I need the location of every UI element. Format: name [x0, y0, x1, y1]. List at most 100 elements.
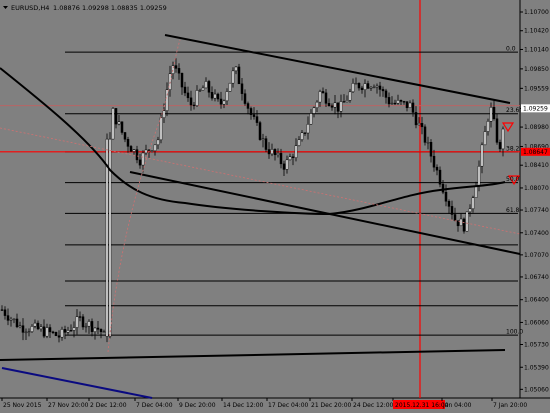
candle-body — [72, 327, 76, 331]
candle-body — [396, 100, 400, 104]
candle-body — [240, 83, 244, 94]
candle-body — [57, 335, 61, 338]
candle-body — [360, 87, 364, 91]
chart-header: EURUSD,H4 1.08876 1.09298 1.08835 1.0925… — [3, 4, 167, 12]
candle-body — [435, 166, 439, 171]
candle-body — [279, 153, 283, 165]
candle-body — [132, 149, 136, 152]
y-tick-label: 1.06740 — [524, 274, 549, 281]
candle-body — [27, 331, 31, 333]
candle-body — [150, 150, 154, 152]
candle-body — [207, 81, 211, 93]
candle-body — [141, 152, 145, 166]
candle-body — [273, 149, 277, 156]
candle-body — [99, 329, 103, 333]
candle-body — [327, 103, 331, 107]
candle-body — [30, 326, 34, 332]
candle-body — [237, 66, 241, 85]
y-tick-label: 1.06400 — [524, 297, 549, 304]
y-tick-label: 1.08070 — [524, 185, 549, 192]
candle-body — [330, 105, 334, 108]
candle-body — [129, 146, 133, 152]
candle-body — [468, 208, 472, 213]
candle-body — [267, 149, 271, 155]
y-tick-label: 1.08980 — [524, 124, 549, 131]
candle-body — [462, 218, 466, 232]
candle-body — [138, 159, 142, 166]
candle-body — [420, 123, 424, 128]
candle-body — [102, 331, 106, 333]
candle-body — [441, 183, 445, 193]
candle-body — [306, 123, 310, 134]
candle-body — [12, 318, 16, 321]
candle-body — [9, 318, 13, 321]
candle-body — [276, 153, 280, 156]
candle-body — [114, 108, 118, 125]
candle-body — [414, 112, 418, 126]
candle-body — [159, 117, 163, 141]
candle-body — [495, 118, 499, 143]
candle-body — [51, 331, 55, 333]
candle-body — [90, 321, 94, 332]
candle-body — [345, 100, 349, 103]
x-tick-label: 7 Jan 20:00 — [493, 402, 527, 409]
candle-body — [201, 87, 205, 91]
candle-body — [486, 121, 490, 132]
candle-body — [48, 327, 52, 333]
marker-time-label: 2015.12.31 16:00 — [395, 402, 449, 409]
candle-body — [282, 163, 286, 170]
candle-body — [219, 98, 223, 105]
candle-body — [471, 197, 475, 210]
candle-body — [60, 329, 64, 338]
candle-body — [225, 91, 229, 102]
candle-body — [408, 102, 412, 109]
x-tick-label: 21 Dec 20:00 — [311, 402, 352, 409]
candle-body — [378, 85, 382, 90]
candle-body — [165, 89, 169, 111]
candle-body — [111, 108, 115, 140]
candle-body — [483, 131, 487, 146]
candle-body — [417, 123, 421, 126]
candle-body — [324, 92, 328, 104]
candle-body — [63, 329, 67, 333]
y-tick-label: 1.10420 — [524, 28, 549, 35]
candle-body — [6, 315, 10, 321]
candle-body — [339, 101, 343, 112]
x-tick-label: 2 Dec 12:00 — [90, 402, 127, 409]
candle-body — [198, 89, 202, 92]
y-tick-label: 1.05730 — [524, 342, 549, 349]
candle-body — [87, 321, 91, 327]
candle-body — [195, 90, 199, 106]
candle-body — [399, 100, 403, 102]
candle-body — [309, 113, 313, 125]
candle-body — [474, 185, 478, 198]
y-tick-label: 1.07070 — [524, 252, 549, 259]
y-tick-label: 1.06060 — [524, 319, 549, 326]
candle-body — [321, 91, 325, 94]
price-chart[interactable]: 0.0 23.6 38.2 50.0 61.8 100.0 1.10700 1.10420 1… — [0, 0, 550, 413]
candle-body — [192, 104, 196, 107]
candle-body — [261, 138, 265, 140]
candle-body — [270, 149, 274, 155]
current-price-label: 1.09259 — [523, 105, 548, 112]
candle-body — [264, 138, 268, 150]
candle-body — [96, 327, 100, 330]
y-tick-label: 1.10140 — [524, 46, 549, 53]
candle-body — [36, 322, 40, 330]
candle-body — [342, 101, 346, 103]
candle-body — [432, 155, 436, 168]
fib-level-label: 0.0 — [506, 46, 516, 53]
candle-body — [42, 326, 46, 337]
candle-body — [501, 128, 505, 150]
candle-body — [84, 325, 88, 328]
candle-body — [54, 332, 58, 336]
candle-body — [423, 126, 427, 143]
candle-body — [153, 144, 157, 152]
candle-body — [285, 159, 289, 170]
candle-body — [381, 89, 385, 92]
candle-body — [465, 211, 469, 232]
candle-body — [81, 316, 85, 328]
candle-body — [255, 116, 259, 123]
symbol-label: EURUSD,H4 — [11, 4, 49, 12]
candle-body — [375, 85, 379, 88]
